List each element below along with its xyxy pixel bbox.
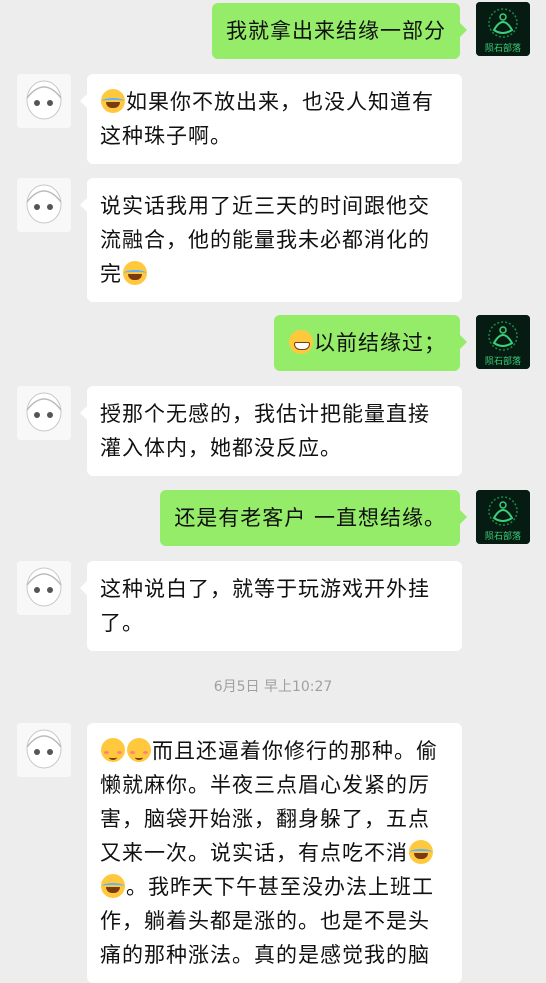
avatar-girl-icon <box>17 723 71 777</box>
svg-text:陨石部落: 陨石部落 <box>485 355 521 367</box>
message-text: 这种说白了，就等于玩游戏开外挂了。 <box>100 577 430 635</box>
message-bubble-sent[interactable]: 我就拿出来结缘一部分 <box>212 3 467 59</box>
laugh-cry-emoji-icon <box>123 261 147 285</box>
avatar-logo-icon: 陨石部落 <box>476 315 530 369</box>
bubble-tail <box>460 23 467 37</box>
avatar[interactable]: 陨石部落 <box>476 315 530 369</box>
message-bubble-received[interactable]: 如果你不放出来，也没人知道有这种珠子啊。 <box>80 74 462 164</box>
avatar[interactable]: 陨石部落 <box>476 2 530 56</box>
avatar-logo-icon: 陨石部落 <box>476 2 530 56</box>
avatar-girl-icon <box>17 74 71 128</box>
avatar-logo-icon: 陨石部落 <box>476 490 530 544</box>
avatar[interactable]: 陨石部落 <box>476 490 530 544</box>
laugh-cry-emoji-icon <box>409 840 433 864</box>
avatar-girl-icon <box>17 178 71 232</box>
message-text: 如果你不放出来，也没人知道有这种珠子啊。 <box>100 90 434 148</box>
bubble-tail <box>80 198 87 212</box>
message-bubble-sent[interactable]: 以前结缘过； <box>274 315 467 371</box>
message-bubble-received[interactable]: 这种说白了，就等于玩游戏开外挂了。 <box>80 561 462 651</box>
message-text: 还是有老客户 一直想结缘。 <box>174 506 446 530</box>
message-text: 以前结缘过； <box>314 331 446 355</box>
laugh-cry-emoji-icon <box>101 89 125 113</box>
message-text-continued: 。我昨天下午甚至没办法上班工作，躺着头都是涨的。也是不是头痛的那种涨法。真的是感… <box>100 875 434 967</box>
avatar[interactable] <box>17 74 71 128</box>
bubble-tail <box>460 510 467 524</box>
avatar[interactable] <box>17 723 71 777</box>
bubble-tail <box>460 335 467 349</box>
message-bubble-received[interactable]: 说实话我用了近三天的时间跟他交流融合，他的能量我未必都消化的完 <box>80 178 462 302</box>
avatar[interactable] <box>17 178 71 232</box>
grin-emoji-icon <box>289 330 313 354</box>
message-text: 授那个无感的，我估计把能量直接灌入体内，她都没反应。 <box>100 402 430 460</box>
blush-emoji-icon <box>101 738 125 762</box>
svg-text:陨石部落: 陨石部落 <box>485 42 521 54</box>
message-text: 我就拿出来结缘一部分 <box>226 19 446 43</box>
message-bubble-received[interactable]: 而且还逼着你修行的那种。偷懒就麻你。半夜三点眉心发紧的厉害，脑袋开始涨，翻身躲了… <box>87 723 462 983</box>
avatar-girl-icon <box>17 561 71 615</box>
bubble-tail <box>80 94 87 108</box>
chat-timestamp: 6月5日 早上10:27 <box>213 679 333 695</box>
avatar[interactable] <box>17 386 71 440</box>
avatar[interactable] <box>17 561 71 615</box>
bubble-tail <box>80 581 87 595</box>
laugh-cry-emoji-icon <box>101 874 125 898</box>
message-bubble-sent[interactable]: 还是有老客户 一直想结缘。 <box>160 490 467 546</box>
message-text: 而且还逼着你修行的那种。偷懒就麻你。半夜三点眉心发紧的厉害，脑袋开始涨，翻身躲了… <box>100 739 438 865</box>
bubble-tail <box>80 406 87 420</box>
message-text: 说实话我用了近三天的时间跟他交流融合，他的能量我未必都消化的完 <box>100 194 430 286</box>
message-bubble-received[interactable]: 授那个无感的，我估计把能量直接灌入体内，她都没反应。 <box>80 386 462 476</box>
blush-emoji-icon <box>127 738 151 762</box>
svg-text:陨石部落: 陨石部落 <box>485 530 521 542</box>
avatar-girl-icon <box>17 386 71 440</box>
